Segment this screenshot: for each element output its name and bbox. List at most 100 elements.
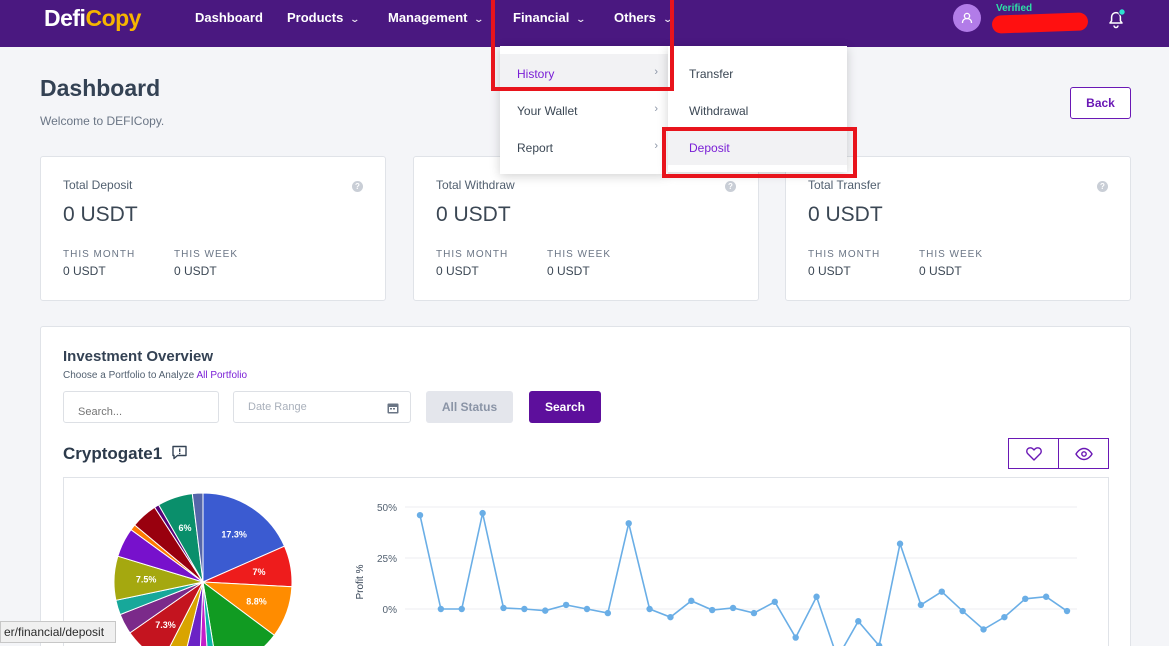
month-label: THIS MONTH [63,249,136,260]
portfolio-pie-chart: 17.3% 7% 8.8% 7.3% 7.5% 6% [113,492,293,646]
data-point[interactable] [604,609,612,617]
profit-line-chart: 50% 25% 0% Profit % [355,503,1077,646]
pie-slice-label: 7.3% [155,620,176,630]
week-label: THIS WEEK [919,249,984,260]
chevron-down-icon: ⌄ [473,14,485,24]
data-point[interactable] [500,604,507,612]
data-point[interactable] [938,588,945,595]
card-title: Total Withdraw [436,178,515,192]
week-value: 0 USDT [919,264,962,278]
favorite-button[interactable] [1008,438,1059,469]
submenu-item-withdrawal[interactable]: Withdrawal [668,91,847,128]
user-avatar[interactable] [953,4,981,32]
eye-icon [1075,447,1093,461]
data-point[interactable] [1022,595,1029,602]
total-deposit-card: Total Deposit ? 0 USDT THIS MONTH THIS W… [40,156,386,301]
pie-slice-label: 8.8% [246,596,267,606]
data-point[interactable] [959,607,966,615]
data-point[interactable] [896,540,904,547]
date-range-input[interactable]: Date Range [233,391,411,423]
data-point[interactable] [625,520,632,527]
all-portfolio-link[interactable]: All Portfolio [196,370,247,381]
welcome-text: Welcome to DEFICopy. [40,114,165,128]
month-label: THIS MONTH [808,249,881,260]
pie-slice-label: 17.3% [221,529,247,539]
user-icon [961,12,973,24]
data-point[interactable] [562,601,570,609]
nav-dashboard[interactable]: Dashboard [195,10,263,28]
data-point[interactable] [416,511,424,519]
profit-series-line [419,512,1068,646]
month-label: THIS MONTH [436,249,509,260]
nav-management[interactable]: Management ⌄ [388,10,485,28]
data-point[interactable] [917,601,925,609]
y-tick-label: 50% [377,503,397,514]
search-button[interactable]: Search [529,391,601,423]
view-button[interactable] [1058,438,1109,469]
data-point[interactable] [583,605,591,613]
card-title: Total Deposit [63,178,133,192]
highlight-box-deposit [662,127,857,178]
data-point[interactable] [542,607,549,614]
logo[interactable]: DefiCopy [44,5,141,32]
notification-button[interactable] [1104,6,1128,30]
heart-icon [1026,447,1042,461]
bell-icon [1109,8,1126,29]
pie-slice-label: 7% [253,567,266,577]
data-point[interactable] [980,626,987,633]
menu-item-report[interactable]: Report › [500,128,668,165]
nav-products[interactable]: Products ⌄ [287,10,361,28]
data-point[interactable] [750,609,758,617]
month-value: 0 USDT [436,264,479,278]
pie-slice-label: 6% [179,523,192,533]
data-point[interactable] [729,604,737,612]
month-value: 0 USDT [63,264,106,278]
portfolio-name: Cryptogate1 [63,444,163,463]
data-point[interactable] [792,634,799,641]
data-point[interactable] [458,605,465,613]
status-filter[interactable]: All Status [426,391,513,423]
verified-status: Verified [996,3,1033,14]
calendar-icon [387,403,399,414]
back-button[interactable]: Back [1070,87,1131,119]
data-point[interactable] [688,597,695,605]
menu-item-your-wallet[interactable]: Your Wallet › [500,91,668,128]
status-bar-url: er/financial/deposit [0,621,116,643]
week-label: THIS WEEK [547,249,612,260]
chevron-right-icon: › [654,103,658,115]
data-point[interactable] [855,618,862,625]
chevron-right-icon: › [654,140,658,152]
week-value: 0 USDT [547,264,590,278]
data-point[interactable] [437,605,445,613]
week-value: 0 USDT [174,264,217,278]
card-amount: 0 USDT [436,203,511,226]
data-point[interactable] [521,605,528,613]
data-point[interactable] [1001,613,1008,621]
data-point[interactable] [1063,607,1071,615]
page-title: Dashboard [40,75,161,101]
submenu-item-transfer[interactable]: Transfer [668,54,847,91]
data-point[interactable] [646,605,653,613]
y-tick-label: 25% [377,554,397,565]
help-icon[interactable]: ? [725,181,736,192]
help-icon[interactable]: ? [1097,181,1108,192]
week-label: THIS WEEK [174,249,239,260]
y-axis-label: Profit % [355,564,366,599]
redacted-username [991,12,1089,34]
investment-title: Investment Overview [63,348,214,365]
chevron-down-icon: ⌄ [349,14,361,24]
data-point[interactable] [479,509,486,517]
data-point[interactable] [667,613,674,621]
help-icon[interactable]: ? [352,181,363,192]
y-tick-label: 0% [383,605,398,616]
data-point[interactable] [708,606,716,614]
investment-subtitle: Choose a Portfolio to Analyze All Portfo… [63,370,248,381]
data-point[interactable] [771,598,779,606]
card-amount: 0 USDT [808,203,883,226]
data-point[interactable] [1042,593,1050,600]
pie-slice-label: 7.5% [136,575,157,585]
data-point[interactable] [813,593,820,600]
search-input[interactable] [63,391,219,423]
month-value: 0 USDT [808,264,851,278]
comment-icon[interactable] [171,444,188,461]
